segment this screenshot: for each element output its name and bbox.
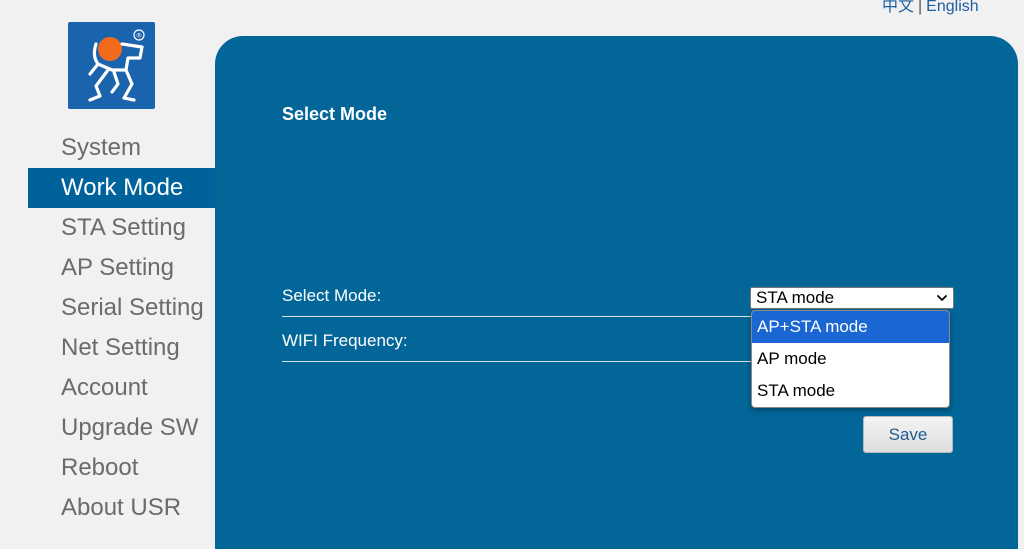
sidebar-item-net-setting[interactable]: Net Setting xyxy=(28,328,215,368)
lang-chinese-link[interactable]: 中文 xyxy=(882,0,914,16)
option-ap-mode[interactable]: AP mode xyxy=(752,343,949,375)
select-mode-options-list: AP+STA mode AP mode STA mode xyxy=(751,310,950,408)
select-mode-value: STA mode xyxy=(756,288,835,307)
usr-logo: ® xyxy=(68,22,155,109)
option-ap-sta-mode[interactable]: AP+STA mode xyxy=(752,311,949,343)
registered-mark: ® xyxy=(136,32,143,40)
main-panel: Select Mode Select Mode: WIFI Frequency:… xyxy=(215,36,1018,549)
page: 中文 | English ® System Work Mode STA Settin… xyxy=(0,0,1024,549)
wifi-frequency-label: WIFI Frequency: xyxy=(282,331,408,350)
sidebar-item-upgrade-sw[interactable]: Upgrade SW xyxy=(28,408,215,448)
sidebar-item-ap-setting[interactable]: AP Setting xyxy=(28,248,215,288)
page-title: Select Mode xyxy=(282,104,388,124)
sidebar-item-sta-setting[interactable]: STA Setting xyxy=(28,208,215,248)
select-mode-label: Select Mode: xyxy=(282,286,382,305)
sidebar-item-about-usr[interactable]: About USR xyxy=(28,488,215,528)
sidebar-item-serial-setting[interactable]: Serial Setting xyxy=(28,288,215,328)
usr-running-man-logo-icon: ® xyxy=(88,29,145,102)
lang-separator: | xyxy=(918,0,923,15)
sidebar-item-work-mode[interactable]: Work Mode xyxy=(28,168,215,208)
option-sta-mode[interactable]: STA mode xyxy=(752,375,949,407)
sidebar-item-account[interactable]: Account xyxy=(28,368,215,408)
save-button[interactable]: Save xyxy=(863,416,953,453)
lang-english-link[interactable]: English xyxy=(926,0,978,16)
sidebar-item-reboot[interactable]: Reboot xyxy=(28,448,215,488)
sidebar-item-system[interactable]: System xyxy=(28,128,215,168)
sidebar-nav: System Work Mode STA Setting AP Setting … xyxy=(28,128,215,528)
chevron-down-icon xyxy=(937,295,947,301)
select-mode-dropdown[interactable]: STA mode xyxy=(750,287,954,309)
language-switcher: 中文 | English xyxy=(882,0,979,16)
